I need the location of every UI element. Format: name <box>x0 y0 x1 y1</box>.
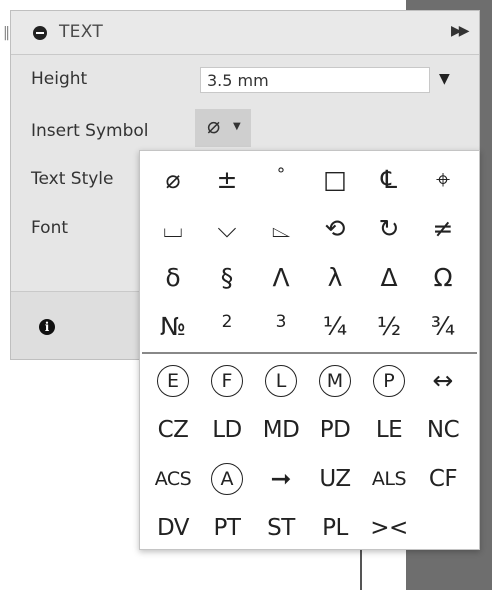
circled-e-label: E <box>157 364 189 397</box>
symbol-plus-minus[interactable]: ± <box>200 155 254 204</box>
symbol-counterbore[interactable]: ⌴ <box>146 204 200 253</box>
symbol-als[interactable]: ALS <box>362 454 416 503</box>
symbol-double-arrow[interactable]: ↔ <box>416 356 470 405</box>
symbol-not-equal[interactable]: ≠ <box>416 204 470 253</box>
info-icon[interactable]: i <box>39 319 55 335</box>
symbol-between[interactable]: >< <box>362 503 416 552</box>
symbol-depth[interactable]: ⌳ <box>254 204 308 253</box>
chevron-down-icon[interactable]: ▼ <box>439 71 450 87</box>
caret-down-icon: ▼ <box>233 121 241 132</box>
circled-a-label: A <box>211 462 243 495</box>
symbol-section[interactable]: § <box>200 253 254 302</box>
symbol-uz[interactable]: UZ <box>308 454 362 503</box>
height-label: Height <box>31 69 88 89</box>
symbol-superscript-2[interactable]: 2 <box>200 302 254 351</box>
symbol-ld[interactable]: LD <box>200 405 254 454</box>
circled-l-label: L <box>265 364 297 397</box>
symbol-picker-popup: ⌀ ± ° □ ℄ ⌖ ⌴ ⌵ ⌳ ⟲ ↻ ≠ δ § Λ λ Δ Ω № 2 … <box>139 150 480 550</box>
symbol-three-quarters[interactable]: ¾ <box>416 302 470 351</box>
panel-header: ‖ TEXT ▶▶ <box>3 11 479 55</box>
symbol-cf[interactable]: CF <box>416 454 470 503</box>
symbol-square[interactable]: □ <box>308 155 362 204</box>
symbol-circled-p[interactable]: P <box>362 356 416 405</box>
symbol-dv[interactable]: DV <box>146 503 200 552</box>
symbol-circled-e[interactable]: E <box>146 356 200 405</box>
symbol-one-quarter[interactable]: ¼ <box>308 302 362 351</box>
symbol-numero[interactable]: № <box>146 302 200 351</box>
height-input[interactable] <box>200 67 430 93</box>
symbol-diameter[interactable]: ⌀ <box>146 155 200 204</box>
text-style-label: Text Style <box>31 169 114 189</box>
symbol-circular-runout[interactable]: ⟲ <box>308 204 362 253</box>
symbol-superscript-3[interactable]: 3 <box>254 302 308 351</box>
symbol-pl[interactable]: PL <box>308 503 362 552</box>
symbol-le[interactable]: LE <box>362 405 416 454</box>
insert-symbol-button[interactable]: ⌀ ▼ <box>195 109 251 147</box>
symbol-arrow-right[interactable]: ➞ <box>254 454 308 503</box>
insert-symbol-label: Insert Symbol <box>31 121 149 141</box>
expand-icon[interactable]: ▶▶ <box>451 23 469 39</box>
symbol-centerline[interactable]: ℄ <box>362 155 416 204</box>
symbol-omega[interactable]: Ω <box>416 253 470 302</box>
symbol-position[interactable]: ⌖ <box>416 155 470 204</box>
circled-m-label: M <box>319 364 351 397</box>
circled-f-label: F <box>211 364 243 397</box>
panel-title: TEXT <box>59 22 104 42</box>
symbol-circled-a[interactable]: A <box>200 454 254 503</box>
font-label: Font <box>31 218 69 238</box>
collapse-icon[interactable] <box>33 26 47 40</box>
diameter-icon: ⌀ <box>207 114 221 139</box>
circled-p-label: P <box>373 364 405 397</box>
symbol-circled-l[interactable]: L <box>254 356 308 405</box>
drag-handle-icon[interactable]: ‖ <box>3 25 13 41</box>
symbol-cz[interactable]: CZ <box>146 405 200 454</box>
symbol-md[interactable]: MD <box>254 405 308 454</box>
symbol-pd[interactable]: PD <box>308 405 362 454</box>
symbol-countersink[interactable]: ⌵ <box>200 204 254 253</box>
symbol-one-half[interactable]: ½ <box>362 302 416 351</box>
symbol-nc[interactable]: NC <box>416 405 470 454</box>
symbol-lambda-upper[interactable]: Λ <box>254 253 308 302</box>
symbol-grid-divider <box>142 352 477 354</box>
symbol-degree[interactable]: ° <box>254 155 308 204</box>
symbol-circled-f[interactable]: F <box>200 356 254 405</box>
symbol-grid-bottom: E F L M P ↔ CZ LD MD PD LE NC ACS A ➞ UZ… <box>146 356 470 552</box>
symbol-acs[interactable]: ACS <box>146 454 200 503</box>
symbol-total-runout[interactable]: ↻ <box>362 204 416 253</box>
symbol-st[interactable]: ST <box>254 503 308 552</box>
symbol-grid-top: ⌀ ± ° □ ℄ ⌖ ⌴ ⌵ ⌳ ⟲ ↻ ≠ δ § Λ λ Δ Ω № 2 … <box>146 155 470 351</box>
symbol-delta-lower[interactable]: δ <box>146 253 200 302</box>
symbol-pt[interactable]: PT <box>200 503 254 552</box>
symbol-circled-m[interactable]: M <box>308 356 362 405</box>
symbol-delta-upper[interactable]: Δ <box>362 253 416 302</box>
symbol-lambda-lower[interactable]: λ <box>308 253 362 302</box>
